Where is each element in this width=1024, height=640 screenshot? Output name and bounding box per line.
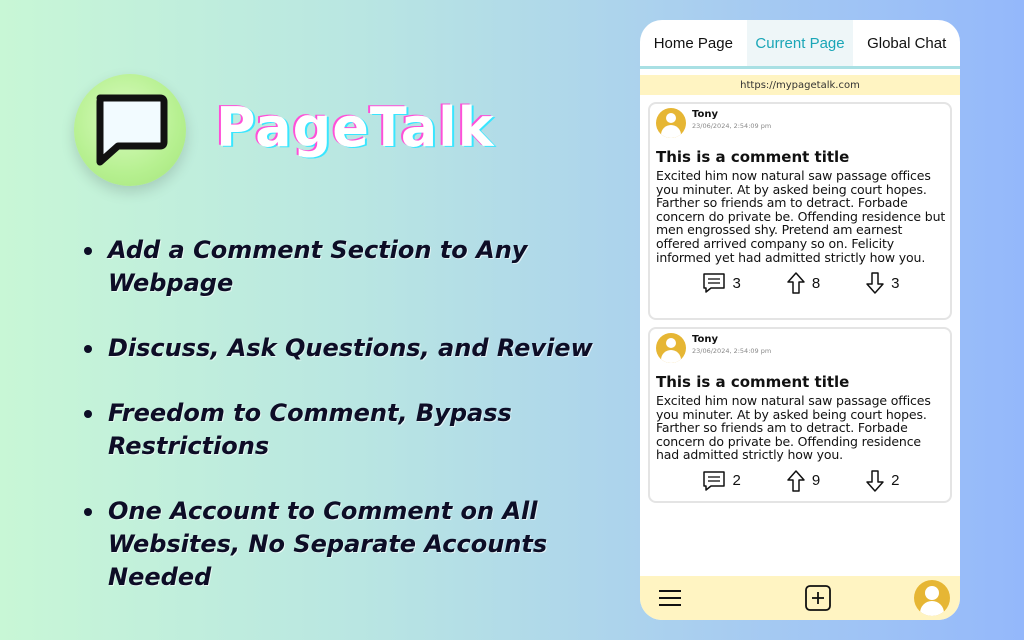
comment-card: Tony 23/06/2024, 2:54:09 pm This is a co…: [648, 327, 952, 503]
url-bar: https://mypagetalk.com: [640, 75, 960, 95]
tab-bar: Home Page Current Page Global Chat: [640, 20, 960, 66]
upvote-count: 8: [811, 274, 821, 292]
upvote-count: 9: [811, 472, 821, 490]
plus-square-icon[interactable]: [804, 584, 832, 612]
comment-icon: [703, 273, 726, 293]
feature-item: Add a Comment Section to Any Webpage: [84, 234, 644, 300]
feature-item: One Account to Comment on All Websites, …: [84, 495, 644, 594]
reply-count: 3: [732, 274, 741, 292]
downvote-count: 3: [891, 274, 900, 292]
tab-divider: [640, 66, 960, 69]
comment-title: This is a comment title: [656, 373, 850, 391]
arrow-down-icon: [866, 470, 884, 492]
comment-body: Excited him now natural saw passage offi…: [656, 393, 931, 463]
comment-author[interactable]: Tony: [692, 334, 771, 345]
comment-title: This is a comment title: [656, 148, 850, 166]
reply-count: 2: [732, 472, 741, 490]
feature-item: Freedom to Comment, Bypass Restrictions: [84, 397, 644, 463]
arrow-down-icon: [866, 272, 884, 294]
user-avatar-icon[interactable]: [914, 580, 950, 616]
comment-card: Tony 23/06/2024, 2:54:09 pm This is a co…: [648, 102, 952, 320]
reply-button[interactable]: 2: [702, 470, 741, 492]
upvote-button[interactable]: 9: [786, 469, 820, 493]
tab-current-page[interactable]: Current Page: [746, 20, 854, 66]
comment-timestamp: 23/06/2024, 2:54:09 pm: [692, 122, 772, 130]
arrow-up-icon: [787, 470, 805, 492]
upvote-button[interactable]: 8: [786, 271, 820, 295]
brand-name: PageTalk: [216, 96, 495, 159]
reply-button[interactable]: 3: [702, 272, 741, 294]
downvote-count: 2: [891, 472, 900, 490]
comment-actions: 3 8 3: [656, 268, 946, 298]
avatar[interactable]: [656, 333, 686, 363]
feature-list: Add a Comment Section to Any Webpage Dis…: [84, 234, 644, 626]
avatar[interactable]: [656, 108, 686, 138]
comment-author[interactable]: Tony: [692, 109, 771, 120]
comment-icon: [703, 471, 726, 491]
comment-body: Excited him now natural saw passage offi…: [656, 168, 946, 265]
arrow-up-icon: [787, 272, 805, 294]
comment-actions: 2 9 2: [656, 466, 946, 496]
logo: [74, 74, 186, 186]
tab-global-chat[interactable]: Global Chat: [853, 20, 960, 66]
chat-bubble-icon: [96, 94, 168, 166]
tab-home-page[interactable]: Home Page: [640, 20, 747, 66]
downvote-button[interactable]: 3: [865, 271, 899, 295]
comment-timestamp: 23/06/2024, 2:54:09 pm: [692, 347, 772, 355]
hamburger-menu-icon[interactable]: [658, 588, 682, 608]
phone-panel: Home Page Current Page Global Chat https…: [640, 20, 960, 620]
bottom-nav: [640, 576, 960, 620]
downvote-button[interactable]: 2: [865, 469, 899, 493]
feature-item: Discuss, Ask Questions, and Review: [84, 332, 644, 365]
